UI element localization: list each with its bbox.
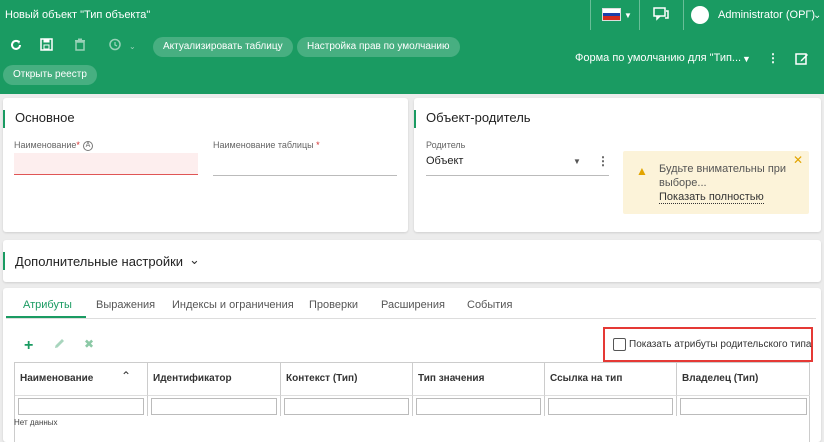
tab-events[interactable]: События (467, 299, 512, 311)
tab-expressions[interactable]: Выражения (96, 299, 155, 311)
sort-asc-icon[interactable]: ⌃ (121, 369, 131, 383)
chevron-down-icon[interactable]: ▼ (624, 11, 632, 20)
close-icon[interactable]: ✕ (793, 153, 803, 167)
filter-cell (281, 395, 413, 416)
column-header-type-link[interactable]: Ссылка на тип (545, 363, 677, 395)
additional-settings-card[interactable]: Дополнительные настройки ⌄ (3, 240, 821, 282)
warning-alert: ▲ Будьте внимательны при выборе... Показ… (623, 151, 809, 214)
parent-select-value[interactable]: Объект (426, 155, 463, 167)
additional-settings-title: Дополнительные настройки (15, 254, 184, 269)
table-name-input[interactable] (213, 175, 397, 176)
language-flag-icon[interactable] (602, 8, 621, 21)
open-registry-button[interactable]: Открыть реестр (3, 65, 97, 85)
show-parent-attributes-label[interactable]: Показать атрибуты родительского типа (629, 339, 811, 350)
delete-icon[interactable] (74, 38, 86, 54)
filter-input[interactable] (151, 398, 277, 415)
chevron-down-icon[interactable]: ⌄ (813, 10, 821, 21)
filter-cell (15, 395, 148, 416)
show-parent-attributes-checkbox[interactable] (613, 338, 626, 351)
column-header-identifier[interactable]: Идентификатор (148, 363, 281, 395)
parent-select-underline (426, 175, 609, 176)
filter-cell (545, 395, 677, 416)
filter-cell (148, 395, 281, 416)
required-mark: * (316, 140, 320, 150)
required-mark: * (76, 140, 80, 150)
column-header-label: Наименование (20, 373, 94, 384)
default-rights-button[interactable]: Настройка прав по умолчанию (297, 37, 460, 57)
column-header-owner[interactable]: Владелец (Тип) (677, 363, 810, 395)
filter-input[interactable] (18, 398, 144, 415)
add-icon[interactable]: + (24, 337, 33, 355)
warning-icon: ▲ (636, 164, 648, 178)
tab-indexes[interactable]: Индексы и ограничения (172, 299, 294, 311)
column-header-name[interactable]: Наименование ⌃ (15, 363, 148, 395)
table-name-field-label: Наименование таблицы * (213, 140, 320, 150)
show-full-link[interactable]: Показать полностью (659, 191, 764, 204)
column-header-context[interactable]: Контекст (Тип) (281, 363, 413, 395)
name-field-label: Наименование* A (14, 140, 93, 151)
tab-attributes[interactable]: Атрибуты (23, 299, 72, 311)
name-input[interactable] (14, 153, 198, 175)
user-name[interactable]: Administrator (ОРГ) (718, 9, 815, 21)
tab-checks[interactable]: Проверки (309, 299, 358, 311)
refresh-icon[interactable] (10, 38, 22, 54)
filter-input[interactable] (416, 398, 541, 415)
app-header: Новый объект "Тип объекта" ▼ Administrat… (0, 0, 824, 30)
tab-extensions[interactable]: Расширения (381, 299, 445, 311)
header-divider (683, 0, 684, 30)
translate-icon[interactable]: A (82, 140, 93, 151)
save-icon[interactable] (40, 38, 53, 54)
chevron-down-icon[interactable]: ▼ (573, 157, 581, 166)
attributes-table: Наименование ⌃ Идентификатор Контекст (Ти… (14, 362, 810, 442)
parent-field-label: Родитель (426, 140, 466, 150)
edit-icon[interactable] (54, 338, 65, 352)
filter-input[interactable] (548, 398, 673, 415)
table-name-label-text: Наименование таблицы (213, 140, 314, 150)
filter-cell (677, 395, 810, 416)
remove-icon[interactable]: ✖ (84, 337, 94, 351)
warning-text: Будьте внимательны при выборе... (659, 163, 787, 189)
show-parent-attributes-option: Показать атрибуты родительского типа (603, 327, 813, 362)
header-divider (639, 0, 640, 30)
tabs-divider (6, 318, 816, 319)
edit-form-icon[interactable] (795, 52, 809, 69)
header-divider (590, 0, 591, 30)
section-accent (414, 110, 416, 128)
window-title: Новый объект "Тип объекта" (5, 9, 151, 21)
filter-input[interactable] (680, 398, 807, 415)
more-options-icon[interactable]: ⋮ (767, 51, 779, 65)
section-accent (3, 110, 5, 128)
form-select[interactable]: Форма по умолчанию для "Тип... (575, 52, 741, 64)
filter-cell (413, 395, 545, 416)
empty-table-text: Нет данных (14, 418, 58, 427)
chevron-down-icon[interactable]: ⌄ (189, 252, 200, 268)
refresh-table-button[interactable]: Актуализировать таблицу (153, 37, 293, 57)
filter-input[interactable] (284, 398, 409, 415)
history-icon[interactable] (108, 38, 122, 54)
chat-icon[interactable] (653, 7, 669, 24)
more-options-icon[interactable]: ⋮ (597, 154, 609, 168)
main-section-title: Основное (15, 110, 75, 125)
column-header-value-type[interactable]: Тип значения (413, 363, 545, 395)
parent-section-title: Объект-родитель (426, 110, 531, 125)
name-label-text: Наименование (14, 140, 77, 150)
chevron-down-icon[interactable]: ⌄ (129, 42, 136, 51)
avatar[interactable] (691, 6, 709, 24)
chevron-down-icon[interactable]: ▼ (742, 54, 751, 64)
section-accent (3, 252, 5, 270)
